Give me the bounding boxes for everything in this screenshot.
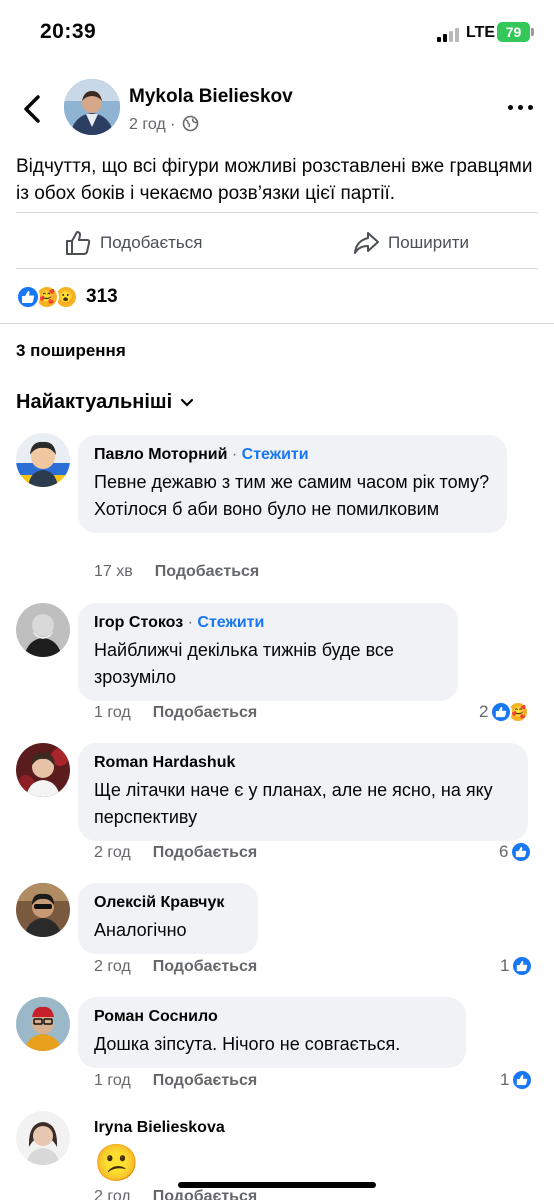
comment-avatar[interactable] (16, 883, 70, 937)
comment-bubble: Павло Моторний · Стежити Певне дежавю з … (78, 435, 507, 533)
like-reaction-icon (16, 285, 40, 309)
comment-text: Найближчі декілька тижнів буде все зрозу… (94, 640, 394, 687)
comment-like-link[interactable]: Подобається (155, 563, 260, 581)
globe-icon (182, 115, 199, 132)
comment-avatar[interactable] (16, 603, 70, 657)
comment-time: 2 год (94, 844, 131, 861)
like-reaction-icon (510, 841, 533, 863)
comment-reactions[interactable]: 6 (499, 841, 533, 863)
comment-like-link[interactable]: Подобається (153, 704, 258, 722)
like-label: Подобається (100, 233, 203, 252)
comment-emoji: 😕 (94, 1142, 139, 1183)
back-button[interactable] (18, 92, 48, 126)
comment-meta: 2 год Подобається (94, 844, 257, 862)
comment-time: 2 год (94, 958, 131, 975)
divider (0, 323, 554, 324)
comment-like-link[interactable]: Подобається (153, 958, 258, 976)
comment-meta: 2 год Подобається (94, 1188, 257, 1200)
share-button[interactable]: Поширити (352, 227, 469, 259)
like-reaction-icon (511, 955, 534, 977)
battery-level: 79 (505, 24, 522, 40)
follow-link[interactable]: Стежити (197, 614, 264, 631)
more-options-button[interactable] (508, 100, 534, 114)
comment-avatar[interactable] (16, 743, 70, 797)
shares-count[interactable]: 3 поширення (16, 341, 126, 361)
comment-meta: 1 год Подобається (94, 1072, 257, 1090)
comment-avatar[interactable] (16, 997, 70, 1051)
chevron-left-icon (24, 95, 40, 123)
sort-label: Найактуальніші (16, 391, 173, 413)
comment-time: 1 год (94, 1072, 131, 1089)
comment-time: 2 год (94, 1188, 131, 1200)
follow-separator: · (231, 446, 238, 463)
signal-icon (437, 26, 461, 42)
comment-like-link[interactable]: Подобається (153, 1072, 258, 1090)
reaction-count: 313 (86, 286, 118, 307)
comment-meta: 1 год Подобається (94, 704, 257, 722)
like-reaction-icon (511, 1069, 534, 1091)
comment-author[interactable]: Роман Соснило (94, 1006, 450, 1028)
comment-bubble: Roman Hardashuk Ще літачки наче є у план… (78, 743, 528, 841)
post-text: Відчуття, що всі фігури можливі розставл… (16, 156, 533, 204)
comment-like-link[interactable]: Подобається (153, 844, 258, 862)
comment-reactions[interactable]: 1 (500, 955, 534, 977)
comment-author[interactable]: Iryna Bielieskova (94, 1117, 225, 1139)
battery-icon: 79 (497, 22, 534, 42)
meta-separator: · (170, 116, 176, 133)
post-timestamp: 2 год · (129, 115, 199, 134)
follow-separator: · (187, 614, 193, 631)
comment-reaction-count: 2 (479, 702, 489, 721)
comment-reaction-count: 1 (500, 1070, 510, 1089)
status-time: 20:39 (40, 20, 97, 43)
comment-reaction-count: 6 (499, 842, 509, 861)
comment-like-link[interactable]: Подобається (153, 1188, 258, 1200)
comment-reactions[interactable]: 2 🥰 (479, 701, 530, 723)
chevron-down-icon (181, 398, 194, 407)
home-indicator[interactable] (178, 1182, 376, 1188)
comment-reactions[interactable]: 1 (500, 1069, 534, 1091)
comment-avatar[interactable] (16, 1111, 70, 1165)
comment-avatar[interactable] (16, 433, 70, 487)
comment-text: Ще літачки наче є у планах, але не ясно,… (94, 780, 493, 827)
share-label: Поширити (388, 233, 470, 252)
comment-author[interactable]: Roman Hardashuk (94, 752, 512, 774)
comment-author[interactable]: Павло Моторний (94, 446, 227, 463)
comment-reaction-count: 1 (500, 956, 510, 975)
post-time-text: 2 год (129, 116, 166, 133)
comment-text: Певне дежавю з тим же самим часом рік то… (94, 472, 490, 519)
reactions-summary[interactable]: 🥰 😮 313 (16, 284, 118, 310)
follow-link[interactable]: Стежити (242, 446, 309, 463)
comment-text: Дошка зіпсута. Нічого не совгається. (94, 1034, 401, 1054)
like-button[interactable]: Подобається (64, 227, 203, 259)
divider (16, 268, 538, 269)
post-author-name[interactable]: Mykola Bielieskov (129, 86, 293, 108)
network-type: LTE (466, 24, 496, 41)
author-avatar[interactable] (64, 79, 120, 135)
status-bar: 20:39 LTE 79 (0, 0, 554, 66)
comment-meta: 17 хв Подобається (94, 563, 259, 581)
comment-bubble: Роман Соснило Дошка зіпсута. Нічого не с… (78, 997, 466, 1068)
comment-bubble: Ігор Стокоз · Стежити Найближчі декілька… (78, 603, 458, 701)
comment-author[interactable]: Ігор Стокоз (94, 614, 183, 631)
divider (16, 212, 538, 213)
comment-time: 1 год (94, 704, 131, 721)
comment-time: 17 хв (94, 563, 133, 580)
share-arrow-icon (354, 232, 379, 254)
comment-bubble: Олексій Кравчук Аналогічно (78, 883, 258, 954)
comment-text: Аналогічно (94, 920, 187, 940)
comment-author[interactable]: Олексій Кравчук (94, 892, 242, 914)
comment-sort-dropdown[interactable]: Найактуальніші (16, 391, 194, 414)
thumbs-up-icon (66, 231, 91, 255)
comment-meta: 2 год Подобається (94, 958, 257, 976)
